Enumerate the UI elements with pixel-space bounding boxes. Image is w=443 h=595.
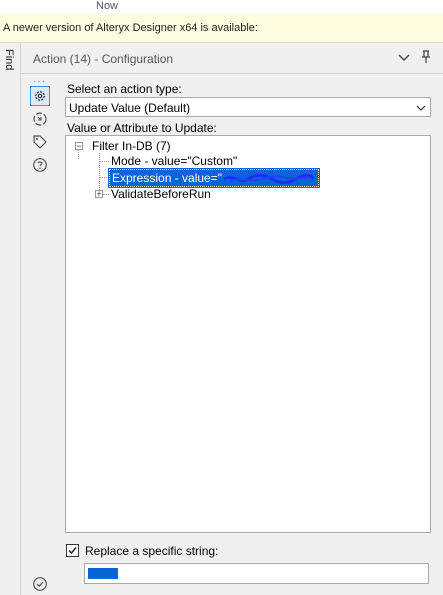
tree-connector <box>99 161 109 162</box>
now-header: Now <box>0 0 443 14</box>
update-banner-text[interactable]: A newer version of Alteryx Designer x64 … <box>3 22 258 34</box>
tree-item-mode[interactable]: Mode - value="Custom" <box>111 154 237 168</box>
chevron-down-icon[interactable] <box>415 102 427 114</box>
redaction-scribble <box>223 173 316 184</box>
tree-item-validate-before-run[interactable]: ValidateBeforeRun <box>111 187 211 201</box>
tag-icon[interactable] <box>30 132 50 152</box>
find-tab[interactable]: Find <box>0 43 21 595</box>
attribute-tree[interactable]: − Filter In-DB (7) Mode - value="Custom"… <box>65 135 431 533</box>
redacted-selection <box>88 568 118 579</box>
panel-title: Action (14) - Configuration <box>33 52 174 66</box>
action-type-value: Update Value (Default) <box>69 101 191 115</box>
replace-string-input[interactable] <box>84 563 429 584</box>
expand-toggle-icon[interactable]: + <box>95 190 103 199</box>
action-type-label: Select an action type: <box>67 82 182 96</box>
replace-string-label[interactable]: Replace a specific string: <box>85 544 218 558</box>
chevron-down-icon[interactable] <box>397 50 411 64</box>
pin-icon[interactable] <box>418 49 434 65</box>
check-circle-icon[interactable] <box>32 576 48 592</box>
action-type-select[interactable]: Update Value (Default) <box>65 97 431 117</box>
replace-string-checkbox[interactable] <box>66 544 79 557</box>
tree-root-filter-in-db[interactable]: Filter In-DB (7) <box>92 139 171 153</box>
help-icon[interactable] <box>30 155 50 175</box>
checkmark-icon <box>68 547 77 555</box>
workflow-icon[interactable] <box>30 109 50 129</box>
tree-connector <box>103 194 109 195</box>
collapse-toggle-icon[interactable]: − <box>75 142 83 151</box>
panel-header: Action (14) - Configuration <box>21 43 443 74</box>
now-label: Now <box>96 0 119 12</box>
tree-connector <box>99 177 109 178</box>
find-tab-label[interactable]: Find <box>3 49 15 70</box>
tree-connector <box>99 153 100 194</box>
attribute-label: Value or Attribute to Update: <box>67 121 217 135</box>
gear-icon[interactable] <box>30 86 50 106</box>
tree-item-expression-label: Expression - value=" <box>112 171 222 185</box>
tree-item-expression[interactable]: Expression - value=" <box>108 168 320 188</box>
config-sidebar: ··· <box>21 74 59 595</box>
update-banner[interactable]: A newer version of Alteryx Designer x64 … <box>0 14 443 43</box>
